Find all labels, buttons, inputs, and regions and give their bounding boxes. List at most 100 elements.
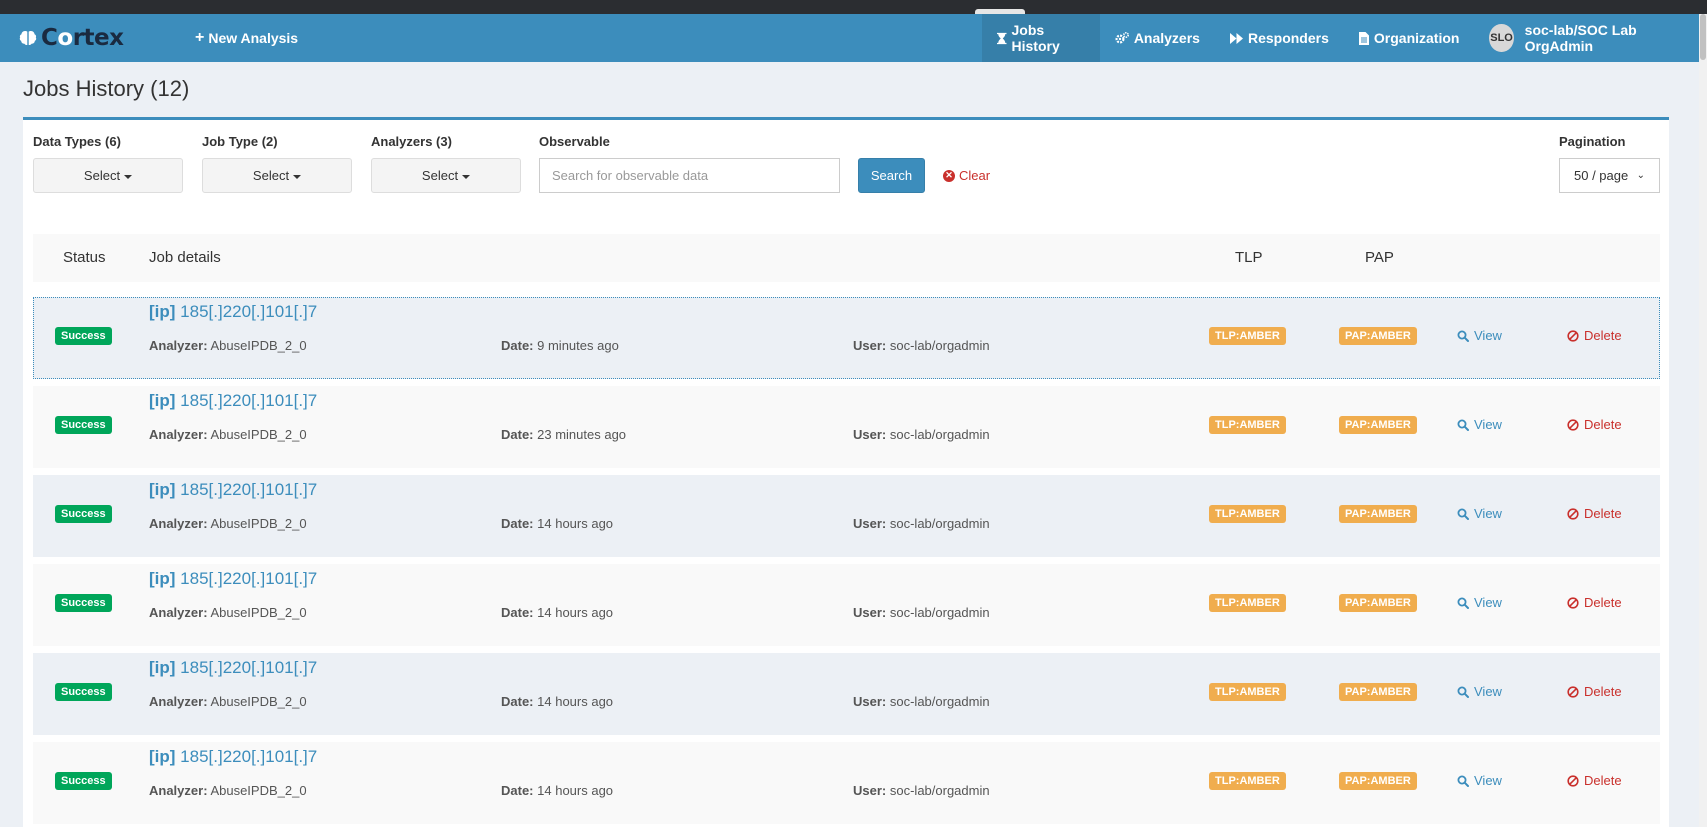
status-badge: Success	[55, 416, 112, 434]
new-analysis-label: New Analysis	[208, 30, 299, 46]
date-value: 9 minutes ago	[537, 338, 619, 353]
user-value: soc-lab/orgadmin	[889, 783, 990, 798]
observable-search-input[interactable]	[539, 158, 840, 193]
fast-forward-icon	[1229, 32, 1243, 44]
observable-link[interactable]: [ip] 185[.]220[.]101[.]7	[149, 569, 317, 589]
search-icon	[1457, 686, 1469, 698]
user-label: User:	[853, 427, 887, 442]
plus-icon: +	[195, 29, 205, 46]
pagination-select[interactable]: 50 / page ⌄	[1559, 158, 1660, 193]
date-value: 14 hours ago	[537, 783, 614, 798]
search-icon	[1457, 330, 1469, 342]
view-label: View	[1474, 506, 1502, 521]
view-button[interactable]: View	[1457, 773, 1502, 788]
table-row[interactable]: Success [ip] 185[.]220[.]101[.]7 Analyze…	[33, 564, 1660, 646]
date-meta: Date: 9 minutes ago	[501, 338, 619, 353]
date-meta: Date: 14 hours ago	[501, 605, 613, 620]
observable-type: [ip]	[149, 391, 176, 410]
analyzer-label: Analyzer:	[149, 338, 208, 353]
analyzers-select[interactable]: Select	[371, 158, 521, 193]
user-value: soc-lab/orgadmin	[889, 694, 990, 709]
observable-label: Observable	[539, 134, 610, 149]
observable-type: [ip]	[149, 747, 176, 766]
delete-button[interactable]: Delete	[1567, 506, 1622, 521]
view-button[interactable]: View	[1457, 328, 1502, 343]
cortex-logo[interactable]: Cortex	[18, 24, 124, 52]
job-type-select[interactable]: Select	[202, 158, 352, 193]
analyzer-label: Analyzer:	[149, 605, 208, 620]
view-button[interactable]: View	[1457, 417, 1502, 432]
nav-jobs-history[interactable]: Jobs History	[982, 14, 1100, 62]
view-label: View	[1474, 595, 1502, 610]
caret-down-icon	[462, 174, 471, 179]
nav-jobs-history-label: Jobs History	[1011, 22, 1060, 54]
user-value: soc-lab/orgadmin	[889, 516, 990, 531]
user-meta: User: soc-lab/orgadmin	[853, 338, 990, 353]
view-label: View	[1474, 328, 1502, 343]
nav-responders[interactable]: Responders	[1215, 14, 1344, 62]
user-meta: User: soc-lab/orgadmin	[853, 783, 990, 798]
user-label: User:	[853, 783, 887, 798]
new-analysis-button[interactable]: + New Analysis	[195, 14, 298, 62]
delete-button[interactable]: Delete	[1567, 773, 1622, 788]
view-button[interactable]: View	[1457, 684, 1502, 699]
observable-type: [ip]	[149, 480, 176, 499]
observable-value: 185[.]220[.]101[.]7	[180, 658, 318, 677]
delete-label: Delete	[1584, 684, 1622, 699]
view-button[interactable]: View	[1457, 506, 1502, 521]
brand-wordmark: Cortex	[41, 25, 124, 51]
analyzer-meta: Analyzer: AbuseIPDB_2_0	[149, 516, 307, 531]
observable-type: [ip]	[149, 658, 176, 677]
analyzer-meta: Analyzer: AbuseIPDB_2_0	[149, 338, 307, 353]
view-label: View	[1474, 773, 1502, 788]
pap-badge: PAP:AMBER	[1339, 505, 1417, 523]
delete-label: Delete	[1584, 773, 1622, 788]
ban-icon	[1567, 685, 1579, 698]
delete-button[interactable]: Delete	[1567, 417, 1622, 432]
tlp-badge: TLP:AMBER	[1209, 683, 1286, 701]
observable-link[interactable]: [ip] 185[.]220[.]101[.]7	[149, 480, 317, 500]
delete-button[interactable]: Delete	[1567, 595, 1622, 610]
tlp-badge: TLP:AMBER	[1209, 505, 1286, 523]
view-button[interactable]: View	[1457, 595, 1502, 610]
pagination-label: Pagination	[1559, 134, 1626, 149]
table-row[interactable]: Success [ip] 185[.]220[.]101[.]7 Analyze…	[33, 297, 1660, 379]
table-row[interactable]: Success [ip] 185[.]220[.]101[.]7 Analyze…	[33, 475, 1660, 557]
delete-button[interactable]: Delete	[1567, 328, 1622, 343]
table-row[interactable]: Success [ip] 185[.]220[.]101[.]7 Analyze…	[33, 653, 1660, 735]
header-status: Status	[63, 249, 106, 266]
observable-link[interactable]: [ip] 185[.]220[.]101[.]7	[149, 302, 317, 322]
date-meta: Date: 14 hours ago	[501, 516, 613, 531]
table-row[interactable]: Success [ip] 185[.]220[.]101[.]7 Analyze…	[33, 386, 1660, 468]
clear-button[interactable]: ✕ Clear	[943, 158, 990, 193]
observable-value: 185[.]220[.]101[.]7	[180, 569, 318, 588]
data-types-select[interactable]: Select	[33, 158, 183, 193]
delete-button[interactable]: Delete	[1567, 684, 1622, 699]
date-value: 14 hours ago	[537, 516, 614, 531]
status-badge: Success	[55, 594, 112, 612]
ban-icon	[1567, 418, 1579, 431]
nav-analyzers[interactable]: Analyzers	[1100, 14, 1215, 62]
nav-organization-label: Organization	[1373, 30, 1460, 46]
file-icon	[1358, 31, 1369, 45]
scrollbar-track[interactable]	[1699, 14, 1707, 827]
observable-link[interactable]: [ip] 185[.]220[.]101[.]7	[149, 658, 317, 678]
tlp-badge: TLP:AMBER	[1209, 327, 1286, 345]
nav-organization[interactable]: Organization	[1344, 14, 1475, 62]
user-value: soc-lab/orgadmin	[889, 605, 990, 620]
gears-icon	[1115, 32, 1129, 44]
observable-link[interactable]: [ip] 185[.]220[.]101[.]7	[149, 747, 317, 767]
user-menu[interactable]: SLO soc-lab/SOC Lab OrgAdmin	[1474, 14, 1699, 62]
table-row[interactable]: Success [ip] 185[.]220[.]101[.]7 Analyze…	[33, 742, 1660, 824]
job-type-label: Job Type (2)	[202, 134, 278, 149]
analyzer-label: Analyzer:	[149, 783, 208, 798]
user-value: soc-lab/orgadmin	[889, 427, 990, 442]
scrollbar-thumb[interactable]	[1700, 14, 1706, 60]
observable-link[interactable]: [ip] 185[.]220[.]101[.]7	[149, 391, 317, 411]
search-button[interactable]: Search	[858, 158, 925, 193]
analyzer-label: Analyzer:	[149, 516, 208, 531]
caret-down-icon	[293, 174, 302, 179]
tlp-badge: TLP:AMBER	[1209, 772, 1286, 790]
browser-top-strip	[0, 0, 1707, 14]
job-type-select-text: Select	[252, 168, 290, 183]
